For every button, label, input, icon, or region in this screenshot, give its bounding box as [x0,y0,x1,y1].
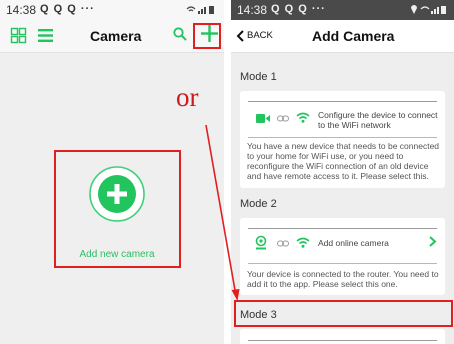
status-notification-icons: Q Q Q ··· [271,3,326,15]
chevron-right-icon [429,236,437,247]
page-title: Add Camera [312,28,395,44]
video-camera-icon [256,114,270,123]
highlight-mode-3 [234,300,453,327]
divider [248,263,437,264]
grid-view-icon[interactable] [10,27,27,44]
status-time: 14:38 [237,3,268,17]
location-signal-battery-icon [410,4,448,15]
screen-gap [224,0,231,344]
add-online-camera-label: Add online camera [318,238,389,248]
mode-1-card: Configure the device to connect to the W… [240,91,445,188]
status-notification-icons: Q Q Q ··· [40,3,95,15]
mode-1-title: Mode 1 [240,71,277,83]
mode-3-card [240,329,445,344]
divider [248,137,437,138]
back-label: BACK [247,30,273,41]
status-time: 14:38 [6,3,37,17]
status-bar-dark: 14:38 Q Q Q ··· [231,0,454,20]
divider [248,340,437,341]
status-bar: 14:38 Q Q Q ··· [0,0,224,20]
link-icon [277,239,289,248]
webcam-icon [255,235,267,250]
camera-nav-bar: Camera [0,20,224,53]
back-button[interactable]: BACK [236,29,286,43]
search-icon[interactable] [173,27,187,41]
configure-wifi-option[interactable]: Configure the device to connect to the W… [240,103,445,133]
mode-1-description: You have a new device that needs to be c… [247,141,440,181]
mode-2-description: Your device is connected to the router. … [247,269,439,289]
page-title: Camera [90,28,142,44]
wifi-icon [296,112,310,123]
link-icon [277,114,289,123]
highlight-add-button [193,23,221,49]
signal-battery-icon [186,4,216,15]
divider [248,101,437,102]
wifi-icon [296,237,310,248]
mode-2-title: Mode 2 [240,198,277,210]
configure-wifi-label: Configure the device to connect to the W… [318,110,438,130]
add-camera-screen: 14:38 Q Q Q ··· BACK Add Camera Mode 1 C… [231,0,454,344]
list-view-icon[interactable] [38,28,53,43]
or-annotation: or [176,82,199,112]
highlight-add-camera [54,150,181,268]
add-camera-nav-bar: BACK Add Camera [231,20,454,53]
mode-2-card: Add online camera Your device is connect… [240,218,445,295]
divider [248,228,437,229]
chevron-left-icon [236,30,244,42]
add-online-camera-option[interactable]: Add online camera [240,231,445,257]
